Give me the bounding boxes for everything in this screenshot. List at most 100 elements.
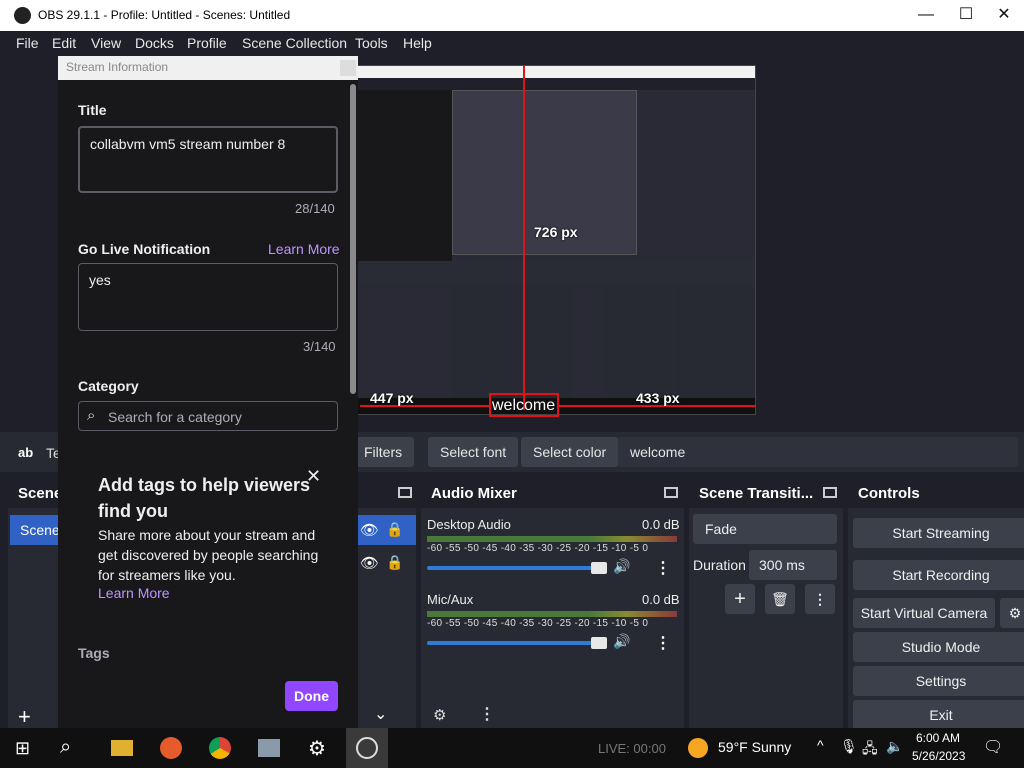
speaker-icon[interactable]: 🔊 [613,558,630,575]
eye-icon[interactable]: 👁 [360,554,379,572]
volume-slider[interactable] [427,566,607,570]
more-options-icon[interactable]: ⋮ [479,704,495,724]
dialog-header: Stream Information [58,56,358,80]
learn-more-link[interactable]: Learn More [268,241,340,257]
trash-icon[interactable]: 🗑 [765,584,795,614]
chrome-icon[interactable] [209,737,231,759]
menu-help[interactable]: Help [403,35,432,51]
scenes-dock-title: Scene [8,478,62,508]
volume-slider-handle[interactable] [591,637,607,649]
notifications-icon[interactable]: 🗨 [983,737,1003,757]
firefox-icon[interactable] [160,737,182,759]
sources-dock: 👁 🔒 👁 🔒 ⌄ [358,478,416,730]
settings-gear-icon[interactable]: ⚙ [308,736,326,761]
audio-mixer-dock: Audio Mixer Desktop Audio 0.0 dB -60 -55… [421,478,684,730]
windows-start-icon[interactable]: ⊞ [15,738,30,759]
text-source-welcome[interactable]: welcome [492,397,555,415]
start-virtual-camera-button[interactable]: Start Virtual Camera [853,598,995,628]
float-dock-icon[interactable] [664,487,678,498]
menu-profile[interactable]: Profile [187,35,227,51]
select-color-button[interactable]: Select color [521,437,619,467]
file-explorer-icon[interactable] [111,740,133,756]
more-options-icon[interactable]: ⋮ [655,558,671,578]
done-button[interactable]: Done [285,681,338,711]
speaker-icon[interactable]: 🔊 [613,633,630,650]
chevron-up-icon[interactable]: ^ [817,737,824,753]
tags-label: Tags [78,645,110,661]
dialog-scrollbar[interactable] [350,84,356,394]
category-search[interactable]: ⌕ Search for a category [78,401,338,431]
microphone-icon[interactable]: 🎙 [840,738,858,755]
lock-icon[interactable]: 🔒 [386,521,403,538]
source-row-selected[interactable]: 👁 🔒 [358,515,416,545]
clock-time[interactable]: 6:00 AM [916,731,960,745]
text-value-field[interactable]: welcome [618,437,1018,467]
volume-meter [427,536,677,542]
settings-button[interactable]: Settings [853,666,1024,696]
studio-mode-button[interactable]: Studio Mode [853,632,1024,662]
measure-right-label: 433 px [636,390,680,406]
network-icon[interactable]: 🖧 [862,738,878,762]
volume-icon[interactable]: 🔈 [886,738,903,755]
channel-db: 0.0 dB [642,592,680,607]
dialog-close-button[interactable] [340,60,356,76]
window-title: OBS 29.1.1 - Profile: Untitled - Scenes:… [38,8,291,22]
source-row[interactable]: 👁 🔒 [358,548,416,578]
select-font-button[interactable]: Select font [428,437,519,467]
vertical-guide-line [523,65,525,410]
weather-text[interactable]: 59°F Sunny [718,739,791,755]
add-scene-icon[interactable]: + [18,704,31,730]
window-titlebar: OBS 29.1.1 - Profile: Untitled - Scenes:… [0,0,1024,31]
title-input[interactable]: collabvm vm5 stream number 8 [78,126,338,193]
scene-transitions-title: Scene Transiti... [689,478,843,508]
menu-view[interactable]: View [91,35,121,51]
scene-item[interactable]: Scene [10,515,60,545]
more-options-icon[interactable]: ⋮ [655,633,671,653]
obs-taskbar-button[interactable] [346,728,388,768]
volume-slider-handle[interactable] [591,562,607,574]
gear-icon[interactable]: ⚙ [1000,598,1024,628]
add-transition-button[interactable]: + [725,584,755,614]
filters-button[interactable]: Filters [352,437,415,467]
maximize-button[interactable]: ☐ [946,4,986,26]
search-icon[interactable]: ⌕ [60,736,71,759]
float-dock-icon[interactable] [823,487,837,498]
menu-tools[interactable]: Tools [355,35,388,51]
meter-ticks: -60 -55 -50 -45 -40 -35 -30 -25 -20 -15 … [427,543,649,554]
menu-edit[interactable]: Edit [52,35,76,51]
eye-icon[interactable]: 👁 [360,521,379,539]
duration-label: Duration [693,557,746,573]
start-streaming-button[interactable]: Start Streaming [853,518,1024,548]
menu-file[interactable]: File [16,35,39,51]
minimize-button[interactable]: — [906,4,946,26]
app-icon[interactable] [258,739,280,757]
volume-slider[interactable] [427,641,607,645]
channel-db: 0.0 dB [642,517,680,532]
float-dock-icon[interactable] [398,487,412,498]
duration-spinbox[interactable]: 300 ms [749,550,837,580]
filters-label: Filters [364,444,403,460]
volume-meter [427,611,677,617]
notification-input[interactable]: yes [78,263,338,331]
more-options-icon[interactable]: ⋮ [805,584,835,614]
exit-button[interactable]: Exit [853,700,1024,730]
close-icon[interactable]: ✕ [306,466,321,487]
controls-title: Controls [848,478,1024,508]
text-source-icon: ab [18,445,34,460]
transition-select[interactable]: Fade [693,514,837,544]
lock-icon[interactable]: 🔒 [386,554,403,571]
chevron-down-icon[interactable]: ⌄ [374,704,387,724]
audio-mixer-title: Audio Mixer [421,478,684,508]
clock-date[interactable]: 5/26/2023 [912,749,965,763]
nested-toolbar [357,261,755,283]
tags-learn-more-link[interactable]: Learn More [98,585,170,601]
transition-select-value: Fade [705,521,737,537]
menu-docks[interactable]: Docks [135,35,174,51]
gear-icon[interactable]: ⚙ [433,706,446,724]
menu-scene-collection[interactable]: Scene Collection [242,35,347,51]
close-button[interactable]: ✕ [984,4,1024,26]
sun-icon [688,738,708,758]
preview-canvas[interactable] [356,65,756,415]
start-recording-button[interactable]: Start Recording [853,560,1024,590]
go-live-notification-label: Go Live Notification [78,241,211,257]
